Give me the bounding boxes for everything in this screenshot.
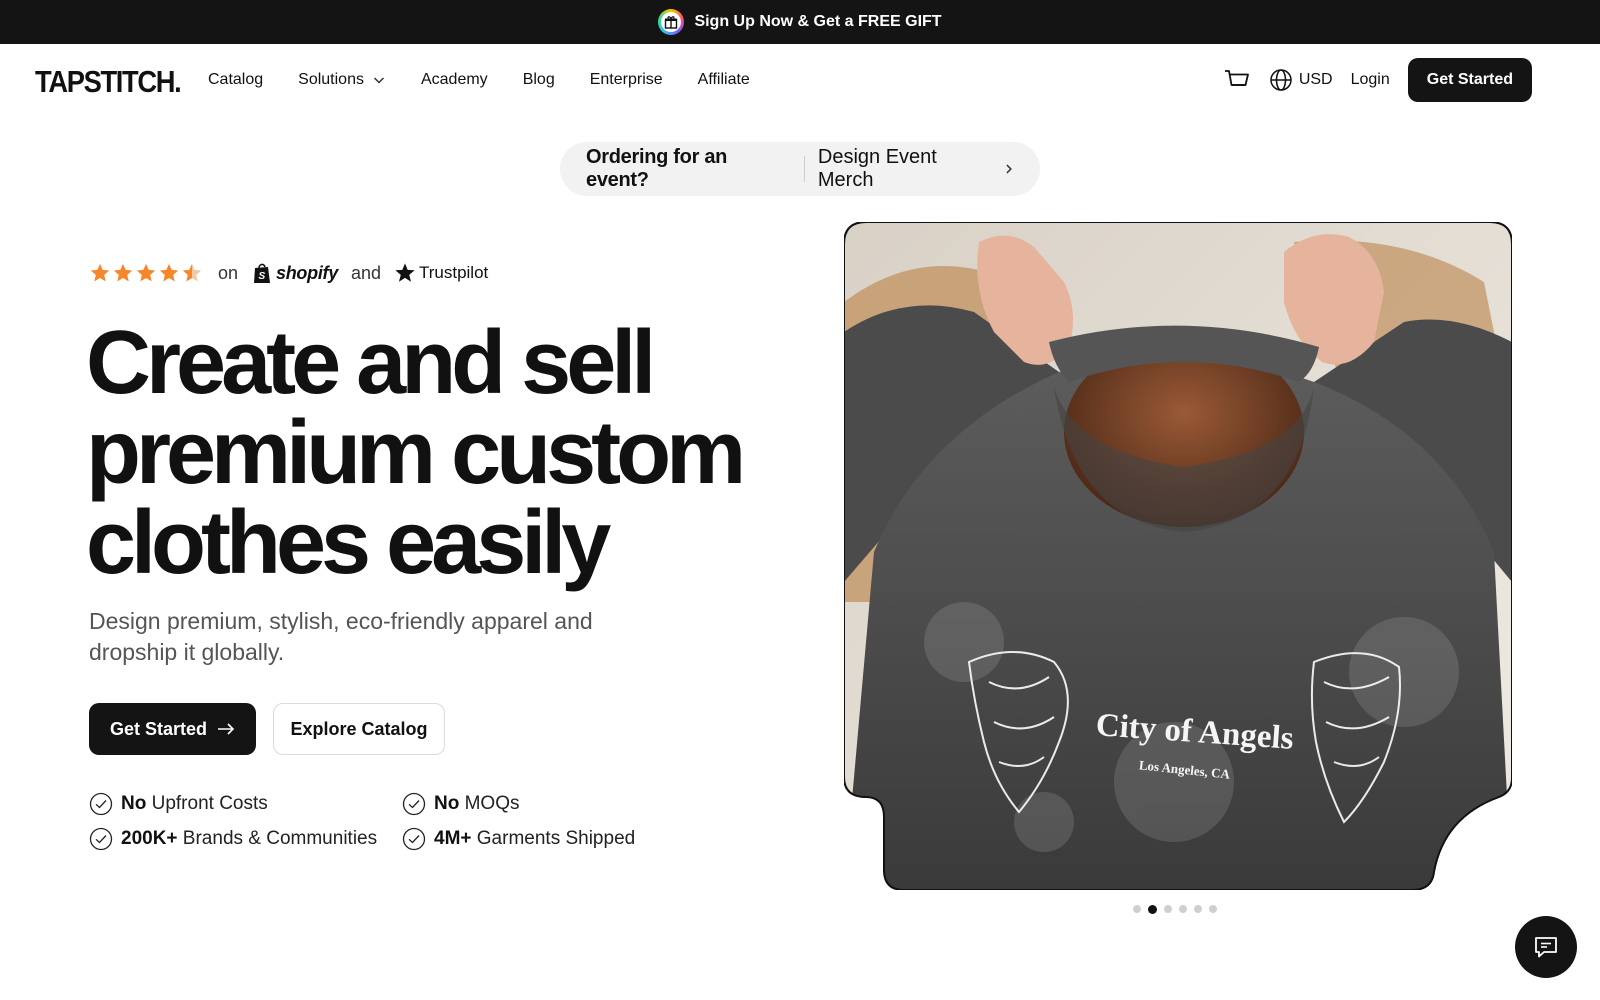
nav-academy[interactable]: Academy	[421, 71, 488, 89]
currency-selector[interactable]: USD	[1269, 68, 1333, 92]
and-text: and	[350, 262, 381, 283]
cart-icon[interactable]	[1223, 66, 1251, 94]
event-divider	[803, 156, 805, 182]
event-question: Ordering for an event?	[586, 146, 728, 191]
hero-subtext: Design premium, stylish, eco-friendly ap…	[89, 608, 593, 665]
nav-enterprise[interactable]: Enterprise	[590, 71, 663, 89]
check-circle-icon	[402, 792, 426, 816]
star-icon	[90, 263, 110, 282]
get-started-button[interactable]: Get Started	[89, 703, 256, 755]
nav-affiliate[interactable]: Affiliate	[698, 71, 750, 89]
headline-line-2: premium custom	[86, 403, 746, 503]
trustpilot-logo: Trustpilot	[394, 262, 488, 284]
main-navbar: TAPSTITCH. Catalog Solutions Academy Blo…	[0, 44, 1600, 116]
nav-enterprise-label: Enterprise	[589, 71, 663, 88]
announcement-bar[interactable]: Sign Up Now & Get a FREE GIFT	[0, 0, 1600, 44]
model-sweatshirt-photo: City of Angels Los Angeles, CA	[844, 222, 1512, 890]
carousel-dot[interactable]	[1209, 905, 1217, 913]
headline-line-3: clothes easily	[86, 493, 611, 593]
shopify-label: shopify	[276, 262, 338, 283]
nav-catalog[interactable]: Catalog	[208, 71, 263, 89]
feature-item: No MOQs	[402, 792, 520, 816]
feature-text: No MOQs	[434, 793, 520, 814]
tapstitch-logo[interactable]: TAPSTITCH.	[35, 64, 182, 100]
currency-label: USD	[1298, 71, 1333, 88]
feature-text: 200K+ Brands & Communities	[121, 828, 378, 849]
feature-text: No Upfront Costs	[121, 793, 268, 814]
shopify-logo: S shopify	[252, 262, 338, 284]
trustpilot-star-icon	[395, 263, 415, 282]
nav-blog-label: Blog	[522, 71, 555, 88]
explore-catalog-button[interactable]: Explore Catalog	[273, 703, 445, 755]
announcement-text[interactable]: Sign Up Now & Get a FREE GIFT	[694, 13, 941, 31]
event-banner[interactable]: Ordering for an event? Design Event Merc…	[560, 142, 1040, 196]
check-circle-icon	[89, 792, 113, 816]
star-rating	[89, 262, 203, 284]
nav-catalog-label: Catalog	[208, 71, 264, 88]
arrow-right-icon	[218, 723, 235, 735]
check-circle-icon	[89, 827, 113, 851]
feature-item: 4M+ Garments Shipped	[402, 827, 635, 851]
carousel-dot-active[interactable]	[1148, 905, 1157, 914]
feature-item: No Upfront Costs	[89, 792, 268, 816]
carousel-dot[interactable]	[1179, 905, 1187, 913]
star-icon	[113, 263, 133, 282]
gift-icon	[658, 9, 685, 35]
on-text: on	[218, 262, 239, 283]
ratings-row: on S shopify and Trustpilot	[89, 258, 488, 288]
nav-links: Catalog Solutions Academy Blog Enterpris…	[208, 44, 750, 116]
nav-affiliate-label: Affiliate	[697, 71, 750, 88]
chat-bubble-icon	[1535, 937, 1557, 958]
event-link-label: Design Event Merch	[817, 146, 937, 191]
star-icon	[136, 263, 156, 282]
trustpilot-label: Trustpilot	[418, 263, 489, 282]
get-started-label: Get Started	[109, 718, 208, 739]
chevron-right-icon	[1006, 164, 1013, 174]
feature-text: 4M+ Garments Shipped	[434, 828, 636, 849]
chat-button[interactable]	[1515, 916, 1577, 978]
nav-blog[interactable]: Blog	[523, 71, 555, 89]
headline-line-1: Create and sell	[86, 313, 656, 413]
carousel-dot[interactable]	[1194, 905, 1202, 913]
nav-actions: USD Login Get Started	[1223, 57, 1532, 103]
nav-solutions-label: Solutions	[298, 71, 364, 88]
hero-headline: Create and sell premium custom clothes e…	[86, 318, 806, 588]
check-circle-icon	[402, 827, 426, 851]
carousel-dot[interactable]	[1164, 905, 1172, 913]
carousel-dots	[1133, 905, 1217, 914]
globe-icon	[1270, 69, 1292, 91]
chevron-down-icon	[373, 77, 385, 84]
nav-get-started-button[interactable]: Get Started	[1407, 58, 1532, 102]
hero-image: City of Angels Los Angeles, CA	[844, 222, 1512, 890]
nav-academy-label: Academy	[420, 71, 488, 88]
feature-item: 200K+ Brands & Communities	[89, 827, 377, 851]
shopify-bag-icon: S	[254, 263, 271, 283]
login-link[interactable]: Login	[1351, 71, 1390, 89]
half-star-icon	[182, 263, 202, 282]
star-icon	[159, 263, 179, 282]
nav-solutions[interactable]: Solutions	[298, 71, 386, 89]
svg-text:S: S	[259, 271, 266, 282]
design-event-merch-link[interactable]: Design Event Merch	[818, 146, 1014, 192]
carousel-dot[interactable]	[1133, 905, 1141, 913]
